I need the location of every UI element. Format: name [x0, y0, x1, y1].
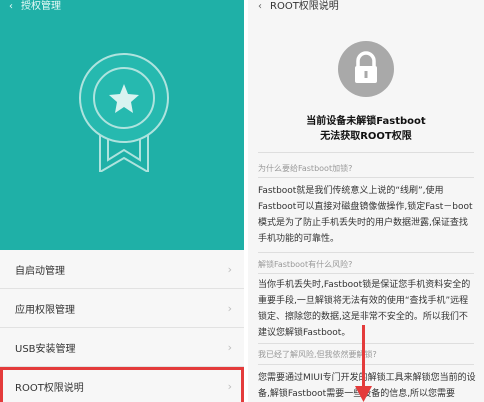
- divider: [258, 273, 474, 274]
- authorization-management-screen: ‹ 授权管理 自启动管理 › 应用权限管理 › USB安装管理 › ROOT权限…: [0, 0, 244, 402]
- list-item-label: 自启动管理: [15, 265, 65, 277]
- settings-list: 自启动管理 › 应用权限管理 › USB安装管理 › ROOT权限说明 ›: [0, 250, 244, 402]
- top-bar: ‹ ROOT权限说明: [248, 0, 484, 14]
- list-item-label: 应用权限管理: [15, 304, 75, 316]
- top-bar: ‹ 授权管理: [0, 0, 244, 14]
- section-answer: Fastboot就是我们传统意义上说的“线刷”,使用Fastboot可以直接对磁…: [258, 186, 473, 244]
- status-subtitle: 无法获取ROOT权限: [320, 131, 412, 142]
- page-title: ROOT权限说明: [270, 1, 339, 12]
- chevron-right-icon: ›: [227, 263, 232, 276]
- arrow-down-icon: [355, 386, 372, 402]
- divider: [258, 152, 474, 153]
- app-permission-management-item[interactable]: 应用权限管理 ›: [0, 289, 244, 328]
- list-item-label: ROOT权限说明: [15, 382, 84, 394]
- section-question: 为什么要给Fastboot加锁?: [258, 164, 353, 173]
- header-banner: ‹ 授权管理: [0, 0, 244, 250]
- chevron-right-icon: ›: [227, 302, 232, 315]
- root-permission-info-screen: ‹ ROOT权限说明 当前设备未解锁Fastboot 无法获取ROOT权限 为什…: [248, 0, 484, 402]
- section-question: 我已经了解风险,但我依然要解锁?: [258, 350, 377, 359]
- back-icon[interactable]: ‹: [9, 2, 13, 12]
- back-icon[interactable]: ‹: [258, 2, 262, 12]
- annotation-arrow-shaft: [362, 325, 365, 395]
- section-answer: 当你手机丢失时,Fastboot锁是保证您手机资料安全的重要手段,一旦解锁将无法…: [258, 280, 471, 338]
- divider: [258, 343, 474, 344]
- page-title: 授权管理: [21, 1, 61, 12]
- award-star-icon: [79, 53, 169, 172]
- status-title: 当前设备未解锁Fastboot: [306, 116, 426, 127]
- lock-icon: [338, 41, 394, 97]
- chevron-right-icon: ›: [227, 380, 232, 393]
- usb-install-management-item[interactable]: USB安装管理 ›: [0, 328, 244, 367]
- autostart-management-item[interactable]: 自启动管理 ›: [0, 250, 244, 289]
- list-item-label: USB安装管理: [15, 343, 76, 355]
- root-permission-info-item[interactable]: ROOT权限说明 ›: [0, 367, 244, 402]
- divider: [258, 177, 474, 178]
- divider: [258, 364, 474, 365]
- section-question: 解锁Fastboot有什么风险?: [258, 260, 353, 269]
- divider: [258, 252, 474, 253]
- chevron-right-icon: ›: [227, 341, 232, 354]
